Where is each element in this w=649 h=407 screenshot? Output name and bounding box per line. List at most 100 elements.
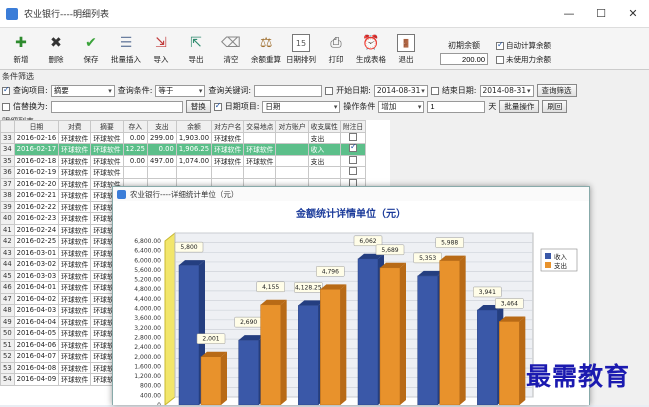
start-date-checkbox[interactable] <box>325 86 334 95</box>
query-field-select[interactable]: 摘要 <box>50 84 115 97</box>
toolbar-button-7[interactable]: ⚖ 余额重算 <box>249 34 283 65</box>
table-cell[interactable]: 环球软件 <box>58 212 92 225</box>
toolbar-button-0[interactable]: ✚ 新增 <box>4 34 38 65</box>
table-cell[interactable]: 2016-02-19 <box>13 166 60 179</box>
unused-balance-option[interactable]: 未使用力余额 <box>496 54 551 65</box>
column-header[interactable]: 收支属性 <box>307 120 341 133</box>
batch-operation-button[interactable]: 批量操作 <box>499 100 540 113</box>
table-cell[interactable]: 2016-04-07 <box>13 350 60 363</box>
close-button[interactable]: ✕ <box>617 7 649 20</box>
table-cell[interactable]: 环球软件 <box>58 166 92 179</box>
row-checkbox[interactable] <box>349 142 358 153</box>
table-cell[interactable]: 2016-02-23 <box>13 212 60 225</box>
table-cell[interactable]: 2016-04-08 <box>13 361 60 374</box>
table-cell[interactable]: 2016-02-20 <box>13 177 60 190</box>
table-cell[interactable]: 环球软件 <box>243 154 277 167</box>
table-cell[interactable]: 1,074.00 <box>175 154 213 167</box>
table-row[interactable]: 35 2016-02-18 环球软件 环球软件 0.00 497.00 1,074.00 环球… <box>0 154 367 167</box>
table-cell[interactable]: 497.00 <box>147 154 177 167</box>
table-cell[interactable]: 环球软件 <box>58 327 92 340</box>
table-cell[interactable]: 2016-02-25 <box>13 235 60 248</box>
table-cell[interactable] <box>275 143 309 156</box>
table-cell[interactable] <box>211 166 245 179</box>
column-header[interactable]: 支出 <box>147 120 177 133</box>
op-select[interactable]: 增加 <box>378 100 425 113</box>
table-cell[interactable]: 环球软件 <box>58 143 92 156</box>
date-field-checkbox[interactable] <box>213 101 222 111</box>
table-cell[interactable] <box>243 131 277 144</box>
table-cell[interactable]: 环球软件 <box>58 373 92 386</box>
toolbar-button-11[interactable]: 🚪 退出 <box>389 34 423 65</box>
column-header[interactable]: 日期 <box>13 120 60 133</box>
toolbar-button-5[interactable]: ⇱ 导出 <box>179 34 213 65</box>
table-cell[interactable]: 12.25 <box>122 143 149 156</box>
table-cell[interactable]: 2016-03-02 <box>13 258 60 271</box>
column-header[interactable]: 摘要 <box>90 120 124 133</box>
table-cell[interactable]: 支出 <box>307 131 341 144</box>
table-cell[interactable]: 环球软件 <box>58 350 92 363</box>
start-date-picker[interactable]: 2014-08-31 <box>373 84 428 97</box>
table-cell[interactable]: 1,906.25 <box>175 143 213 156</box>
table-cell[interactable]: 2016-02-18 <box>13 154 60 167</box>
table-cell[interactable]: 2016-02-16 <box>13 131 60 144</box>
row-checkbox[interactable] <box>349 132 358 141</box>
unused-balance-checkbox[interactable] <box>496 55 504 64</box>
table-cell[interactable]: 2016-04-09 <box>13 373 60 386</box>
end-date-picker[interactable]: 2014-08-31 <box>479 84 534 97</box>
table-cell[interactable]: 环球软件 <box>58 315 92 328</box>
table-cell[interactable] <box>275 166 309 179</box>
toolbar-button-3[interactable]: ☰ 批量插入 <box>109 34 143 65</box>
replace-checkbox[interactable] <box>2 102 10 111</box>
table-cell[interactable] <box>175 166 213 179</box>
replace-input[interactable] <box>50 100 183 113</box>
toolbar-button-9[interactable]: ⎙ 打印 <box>319 34 353 65</box>
table-cell[interactable]: 2016-02-22 <box>13 200 60 213</box>
auto-balance-option[interactable]: 自动计算余额 <box>496 40 551 51</box>
table-row[interactable]: 36 2016-02-19 环球软件 环球软件 <box>0 166 367 179</box>
table-cell[interactable]: 2016-02-17 <box>13 143 60 156</box>
table-cell[interactable]: 支出 <box>307 154 341 167</box>
table-cell[interactable]: 0.00 <box>122 154 149 167</box>
reset-button[interactable]: 刷回 <box>542 100 568 113</box>
table-cell[interactable]: 299.00 <box>147 131 177 144</box>
table-cell[interactable]: 环球软件 <box>58 177 92 190</box>
table-cell[interactable]: 环球软件 <box>58 338 92 351</box>
table-cell[interactable] <box>275 154 309 167</box>
op-number-input[interactable] <box>427 100 486 113</box>
row-checkbox[interactable] <box>349 155 358 164</box>
table-cell[interactable]: 环球软件 <box>58 200 92 213</box>
initial-balance-input[interactable] <box>440 53 488 65</box>
table-cell[interactable]: 2016-04-04 <box>13 315 60 328</box>
table-cell[interactable]: 环球软件 <box>58 258 92 271</box>
query-field-checkbox[interactable] <box>2 85 10 95</box>
table-cell[interactable]: 0.00 <box>147 143 177 156</box>
table-cell[interactable]: 0.00 <box>122 131 149 144</box>
table-cell[interactable]: 2016-03-03 <box>13 269 60 282</box>
column-header[interactable]: 对费 <box>58 120 92 133</box>
table-row[interactable]: 33 2016-02-16 环球软件 环球软件 0.00 299.00 1,903.00 环球… <box>0 131 367 144</box>
table-cell[interactable]: 环球软件 <box>211 131 245 144</box>
toolbar-button-10[interactable]: ⏰ 生成表格 <box>354 34 388 65</box>
table-cell[interactable]: 1,903.00 <box>175 131 213 144</box>
table-row[interactable]: 34 2016-02-17 环球软件 环球软件 12.25 0.00 1,906.25 环球软… <box>0 142 367 156</box>
column-header[interactable]: 对方账户 <box>275 120 309 133</box>
table-cell[interactable]: 环球软件 <box>90 131 124 144</box>
table-cell[interactable] <box>275 131 309 144</box>
table-cell[interactable]: 2016-03-01 <box>13 246 60 259</box>
keyword-input[interactable] <box>254 84 323 97</box>
table-cell[interactable]: 环球软件 <box>90 166 124 179</box>
table-cell[interactable] <box>243 166 277 179</box>
table-cell[interactable]: 2016-04-05 <box>13 327 60 340</box>
table-cell[interactable]: 环球软件 <box>90 154 124 167</box>
table-cell[interactable]: 环球软件 <box>58 246 92 259</box>
condition-select[interactable]: 等于 <box>155 84 206 97</box>
column-header[interactable]: 余额 <box>175 120 213 133</box>
row-check-cell[interactable] <box>339 154 367 167</box>
table-cell[interactable]: 2016-04-06 <box>13 338 60 351</box>
table-cell[interactable]: 环球软件 <box>211 154 245 167</box>
row-checkbox[interactable] <box>349 167 358 176</box>
table-cell[interactable] <box>122 166 149 179</box>
toolbar-button-1[interactable]: ✖ 删除 <box>39 34 73 65</box>
table-cell[interactable]: 2016-02-21 <box>13 189 60 202</box>
column-header[interactable]: 存入 <box>122 120 149 133</box>
